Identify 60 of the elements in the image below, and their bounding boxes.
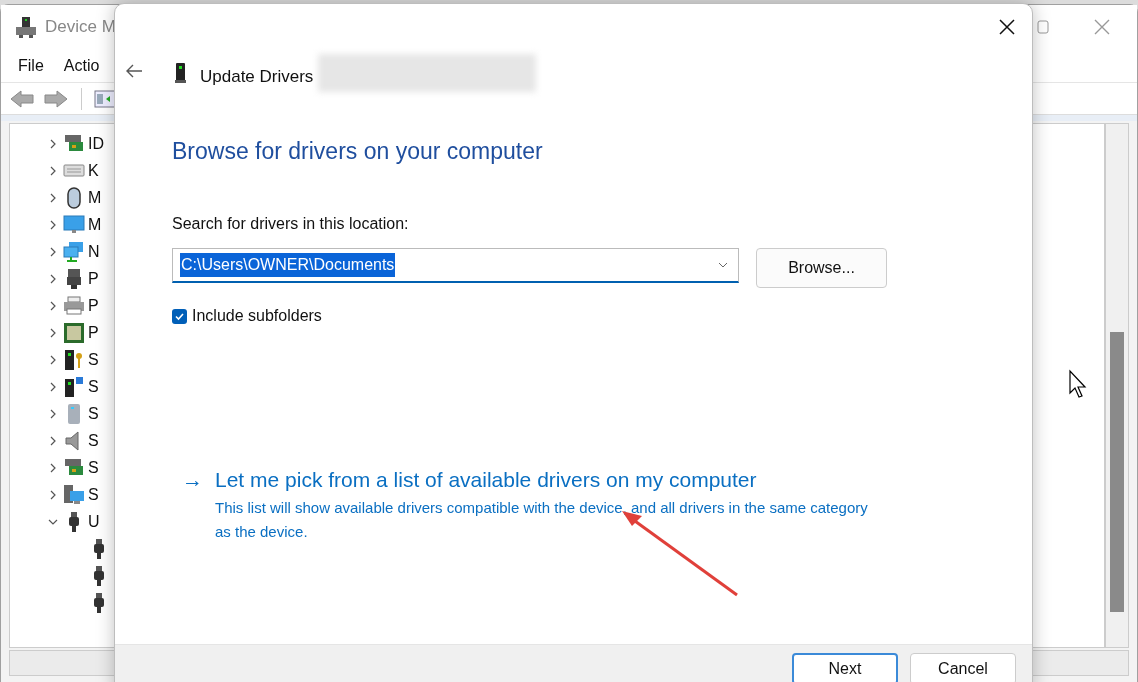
scrollbar-thumb[interactable] [1110,332,1124,612]
expand-chevron-icon[interactable] [48,192,58,203]
pick-driver-link[interactable]: Let me pick from a list of available drivers on my computer [215,466,875,494]
expand-chevron-icon[interactable] [48,219,58,230]
computer-monitor-icon [63,483,85,506]
computer-icon [175,63,186,83]
chip-icon [63,321,85,344]
mouse-pointer-icon [1068,369,1088,399]
expand-chevron-icon[interactable] [48,408,58,419]
tree-item[interactable]: S [88,347,99,372]
printer-icon [63,294,85,317]
expand-chevron-icon[interactable] [48,246,58,257]
tower-puzzle-icon [63,375,85,398]
tree-item[interactable]: P [88,266,99,291]
tree-item[interactable]: S [88,374,99,399]
expand-chevron-icon[interactable] [48,273,58,284]
computer-icon [15,16,37,38]
menu-item[interactable]: Actio [63,53,100,78]
tree-item[interactable]: S [88,428,99,453]
expand-chevron-icon[interactable] [48,300,58,311]
close-icon[interactable] [998,18,1016,36]
expand-chevron-icon[interactable] [48,165,58,176]
tree-item[interactable]: ID [88,131,104,156]
monitor-icon [63,213,85,236]
cancel-button[interactable]: Cancel [910,653,1016,682]
expand-chevron-icon[interactable] [48,327,58,338]
next-button[interactable]: Next [792,653,898,682]
location-label: Search for drivers in this location: [172,214,410,234]
tree-item[interactable]: M [88,212,102,237]
checkbox-label: Include subfolders [192,306,322,326]
location-value: C:\Users\OWNER\Documents [180,253,396,277]
expand-chevron-icon[interactable] [48,381,58,392]
dropdown-caret-icon[interactable] [718,262,728,268]
link-description: This list will show available drivers compatible with the device, and all drivers in the same category as the device. [215,498,869,542]
tree-item[interactable]: K [88,158,99,183]
tree-item[interactable]: M [88,185,102,210]
tree-item[interactable]: P [88,320,99,345]
dialog-title: Update Drivers [200,66,314,88]
tree-item[interactable]: P [88,293,99,318]
location-combobox[interactable]: C:\Users\OWNER\Documents [172,248,739,283]
expand-chevron-icon[interactable] [48,489,58,500]
checkbox[interactable] [172,308,187,324]
tree-item[interactable]: S [88,401,99,426]
tree-item[interactable]: S [88,455,99,480]
tower-key-icon [63,348,85,371]
monitors-icon [63,240,85,263]
forward-arrow-icon[interactable] [43,87,69,110]
tree-item[interactable]: U [88,509,100,534]
expand-chevron-icon[interactable] [48,354,58,365]
expand-chevron-icon[interactable] [48,138,58,149]
dialog-heading: Browse for drivers on your computer [172,137,544,166]
back-arrow-icon[interactable] [126,64,143,78]
browse-button[interactable]: Browse... [756,248,887,288]
scrollbar[interactable] [1105,123,1129,648]
menu-item[interactable]: File [18,53,44,78]
tree-item[interactable]: S [88,482,99,507]
tree-item[interactable]: N [88,239,100,264]
expand-chevron-icon[interactable] [48,462,58,473]
link-arrow[interactable]: → [182,466,203,494]
expand-chevron-icon[interactable] [48,435,58,446]
